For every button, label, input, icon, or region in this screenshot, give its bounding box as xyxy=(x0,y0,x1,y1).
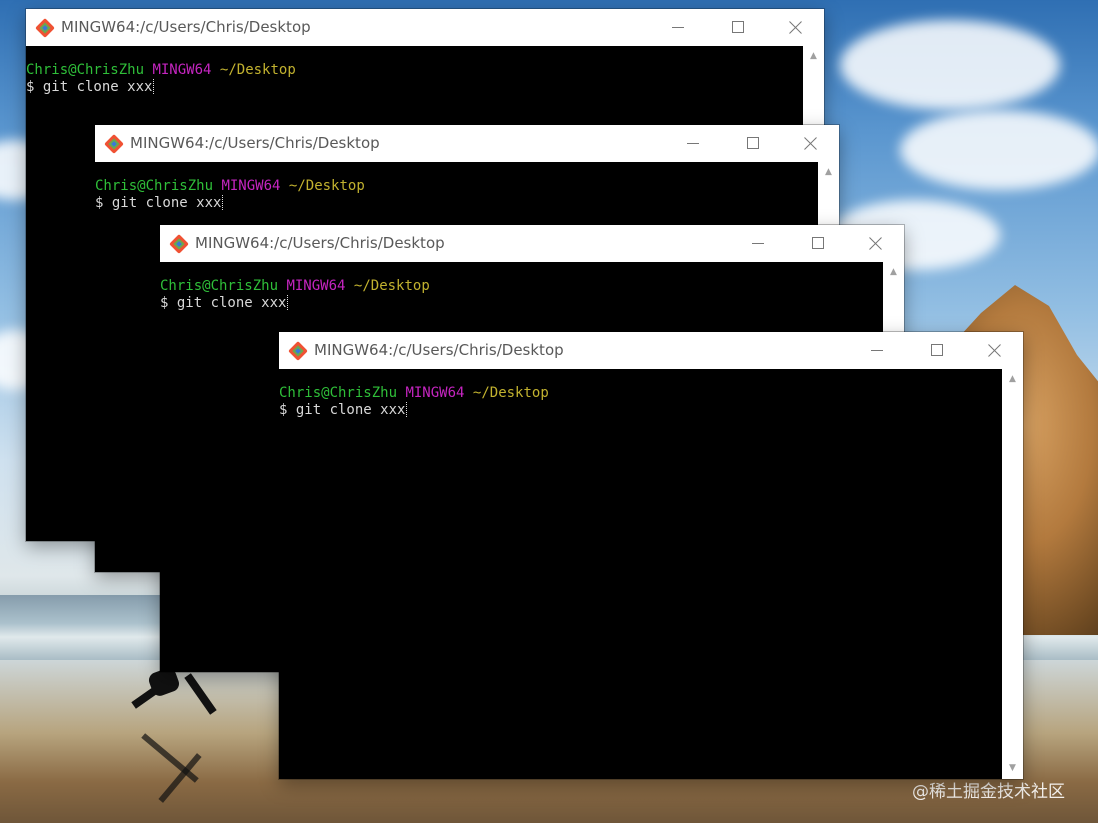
maximize-button[interactable] xyxy=(708,9,766,46)
close-icon xyxy=(987,343,1002,358)
scroll-up-icon[interactable]: ▲ xyxy=(1008,375,1017,384)
git-bash-icon xyxy=(35,18,55,38)
command-text: $ git clone xxx xyxy=(160,295,287,311)
close-icon xyxy=(868,236,883,251)
minimize-button[interactable] xyxy=(848,332,906,369)
text-cursor xyxy=(153,79,156,94)
close-icon xyxy=(788,20,803,35)
scroll-up-icon[interactable]: ▲ xyxy=(889,268,898,277)
prompt-shell: MINGW64 xyxy=(405,385,465,401)
prompt-line: Chris@ChrisZhu MINGW64 ~/Desktop xyxy=(95,178,818,195)
close-button[interactable] xyxy=(965,332,1023,369)
terminal-window-4[interactable]: MINGW64:/c/Users/Chris/Desktop Chris@Chr… xyxy=(279,332,1023,779)
minimize-icon xyxy=(871,350,883,351)
prompt-user-host: Chris@ChrisZhu xyxy=(279,385,398,401)
git-bash-icon xyxy=(169,234,189,254)
close-button[interactable] xyxy=(846,225,904,262)
window-title: MINGW64:/c/Users/Chris/Desktop xyxy=(314,341,564,359)
maximize-icon xyxy=(732,21,744,33)
prompt-user-host: Chris@ChrisZhu xyxy=(26,62,145,78)
maximize-icon xyxy=(931,344,943,356)
window-title: MINGW64:/c/Users/Chris/Desktop xyxy=(61,18,311,36)
prompt-shell: MINGW64 xyxy=(221,178,281,194)
window-title: MINGW64:/c/Users/Chris/Desktop xyxy=(130,134,380,152)
prompt-line: Chris@ChrisZhu MINGW64 ~/Desktop xyxy=(279,385,1002,402)
maximize-button[interactable] xyxy=(723,125,781,162)
text-cursor xyxy=(287,295,290,310)
minimize-button[interactable] xyxy=(664,125,722,162)
minimize-icon xyxy=(752,243,764,244)
close-button[interactable] xyxy=(766,9,824,46)
close-icon xyxy=(803,136,818,151)
git-bash-icon xyxy=(104,134,124,154)
text-cursor xyxy=(222,195,225,210)
prompt-line: Chris@ChrisZhu MINGW64 ~/Desktop xyxy=(160,278,883,295)
scroll-up-icon[interactable]: ▲ xyxy=(809,52,818,61)
maximize-icon xyxy=(812,237,824,249)
title-bar[interactable]: MINGW64:/c/Users/Chris/Desktop xyxy=(279,332,1023,369)
title-bar[interactable]: MINGW64:/c/Users/Chris/Desktop xyxy=(26,9,824,46)
command-text: $ git clone xxx xyxy=(26,79,153,95)
prompt-user-host: Chris@ChrisZhu xyxy=(160,278,279,294)
command-text: $ git clone xxx xyxy=(279,402,406,418)
minimize-icon xyxy=(687,143,699,144)
text-cursor xyxy=(406,402,409,417)
command-line[interactable]: $ git clone xxx xyxy=(95,195,818,212)
maximize-icon xyxy=(747,137,759,149)
cloud xyxy=(840,20,1060,110)
minimize-icon xyxy=(672,27,684,28)
prompt-line: Chris@ChrisZhu MINGW64 ~/Desktop xyxy=(26,62,803,79)
watermark: @稀土掘金技术社区 xyxy=(912,782,1065,802)
window-title: MINGW64:/c/Users/Chris/Desktop xyxy=(195,234,445,252)
git-bash-icon xyxy=(288,341,308,361)
minimize-button[interactable] xyxy=(649,9,707,46)
terminal-output[interactable]: Chris@ChrisZhu MINGW64 ~/Desktop $ git c… xyxy=(279,369,1002,779)
command-line[interactable]: $ git clone xxx xyxy=(26,79,803,96)
prompt-shell: MINGW64 xyxy=(152,62,212,78)
prompt-cwd: ~/Desktop xyxy=(288,178,365,194)
scroll-up-icon[interactable]: ▲ xyxy=(824,168,833,177)
prompt-cwd: ~/Desktop xyxy=(219,62,296,78)
scroll-down-icon[interactable]: ▼ xyxy=(1008,764,1017,773)
maximize-button[interactable] xyxy=(907,332,965,369)
cloud xyxy=(900,110,1098,190)
maximize-button[interactable] xyxy=(788,225,846,262)
minimize-button[interactable] xyxy=(729,225,787,262)
title-bar[interactable]: MINGW64:/c/Users/Chris/Desktop xyxy=(160,225,904,262)
command-text: $ git clone xxx xyxy=(95,195,222,211)
title-bar[interactable]: MINGW64:/c/Users/Chris/Desktop xyxy=(95,125,839,162)
vertical-scrollbar[interactable]: ▲ ▼ xyxy=(1002,369,1023,779)
command-line[interactable]: $ git clone xxx xyxy=(160,295,883,312)
close-button[interactable] xyxy=(781,125,839,162)
prompt-cwd: ~/Desktop xyxy=(353,278,430,294)
prompt-shell: MINGW64 xyxy=(286,278,346,294)
prompt-cwd: ~/Desktop xyxy=(472,385,549,401)
prompt-user-host: Chris@ChrisZhu xyxy=(95,178,214,194)
command-line[interactable]: $ git clone xxx xyxy=(279,402,1002,419)
